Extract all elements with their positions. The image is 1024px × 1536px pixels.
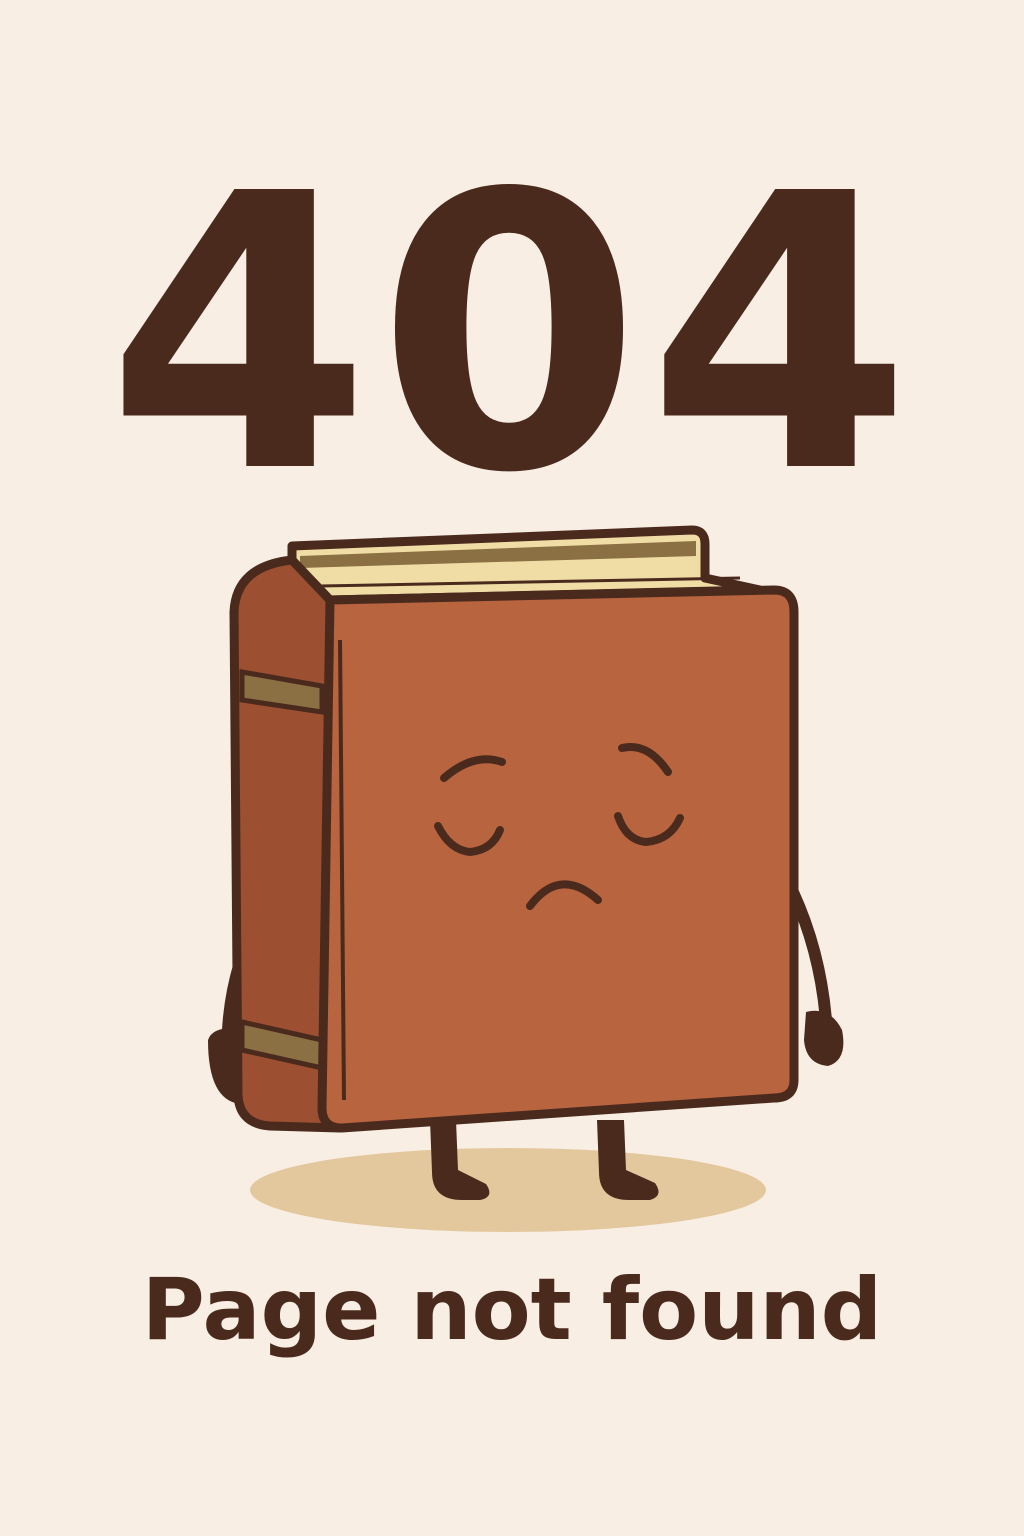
- not-found-page: 404 Page not found: [0, 0, 1024, 1536]
- ground-shadow: [250, 1148, 766, 1232]
- error-message: Page not found: [141, 1260, 883, 1360]
- book-cover: [317, 585, 799, 1133]
- right-hand: [804, 1010, 844, 1066]
